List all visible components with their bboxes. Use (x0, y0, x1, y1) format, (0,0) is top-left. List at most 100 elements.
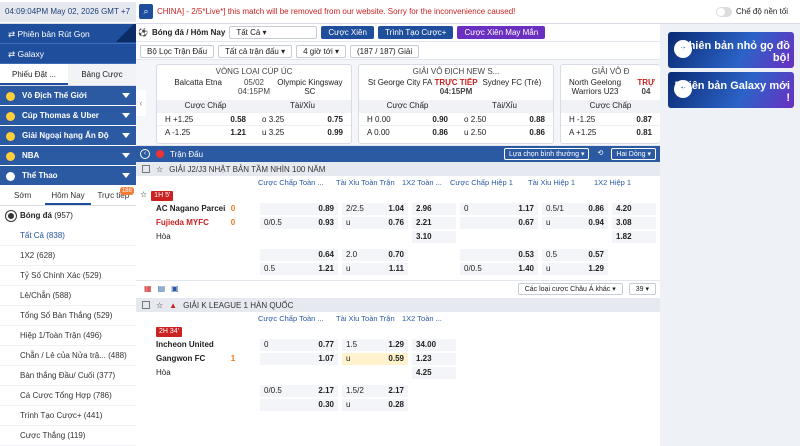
chart-icon[interactable]: ▤ (158, 284, 166, 293)
stats-icon[interactable]: ▦ (144, 284, 152, 293)
galaxy-version-banner[interactable]: ✦ Phiên bản Galaxy mới ! (668, 72, 794, 108)
odds-cell[interactable]: 2.96 (412, 203, 456, 215)
odds-cell[interactable]: 1.5/2 2.17 (342, 385, 408, 397)
market-item[interactable]: Cược Thắng (119) (0, 426, 136, 446)
odds-cell[interactable]: 3.08 (612, 217, 656, 229)
odds-cell[interactable]: 0.53 (460, 249, 538, 261)
tab-lucky-parlay[interactable]: Cược Xiên May Mắn (457, 26, 546, 39)
odds-cell[interactable]: 0.67 (460, 217, 538, 229)
odds-cell[interactable]: u 1.11 (342, 263, 408, 275)
league-header[interactable]: ☆ GIẢI J2/J3 NHẬT BẢN TẦM NHÌN 100 NĂM (136, 162, 660, 176)
odds-cell[interactable]: u 0.76 (342, 217, 408, 229)
collapse-icon[interactable] (142, 301, 150, 309)
match-row: ☆ 1H 5' (136, 189, 660, 202)
tab-live[interactable]: Trực tiếp 186 (91, 186, 136, 205)
market-item[interactable]: Tổng Số Bàn Thắng (529) (0, 306, 136, 326)
market-item[interactable]: Trình Tạo Cược+ (441) (0, 406, 136, 426)
main-content: ⚽ Bóng đá / Hôm Nay Tất Cả ▾ Cược Xiên T… (136, 24, 660, 446)
compact-version-banner[interactable]: ✦ Phiên bản nhỏ gọ đồ bộ! (668, 32, 794, 68)
collapse-icon[interactable] (142, 165, 150, 173)
other-asian-markets-dropdown[interactable]: Các loại cược Châu Á khác ▾ (517, 282, 623, 295)
odds-cell[interactable]: 2.21 (412, 217, 456, 229)
odds-cell[interactable]: 0.89 (260, 203, 338, 215)
odds-cell[interactable]: 1.82 (612, 231, 656, 243)
odds-cell[interactable]: 0/0.5 0.93 (260, 217, 338, 229)
odds-cell[interactable]: 0 1.17 (460, 203, 538, 215)
view-dropdown[interactable]: Hai Dòng ▾ (611, 148, 656, 160)
star-icon[interactable]: ☆ (140, 190, 147, 199)
sort-dropdown[interactable]: Lựa chọn bình thường ▾ (503, 148, 590, 160)
featured-match-card[interactable]: GIẢI VÔ Đ North Geelong Warriors U23 TRỰ… (560, 64, 660, 144)
sport-time-tabs: Sớm Hôm Nay Trực tiếp 186 (0, 186, 136, 206)
odds-cell[interactable]: u 0.94 (542, 217, 608, 229)
draw-label: Hòa (156, 232, 171, 241)
search-icon[interactable]: ⌕ (139, 4, 153, 19)
all-matches-dropdown[interactable]: Tất cả trận đấu ▾ (218, 45, 293, 58)
market-item[interactable]: Tất Cả (838) (0, 226, 136, 246)
featured-cards: ‹ VÒNG LOẠI CÚP ÚC Balcatta Etna 05/02 04… (136, 60, 660, 146)
refresh-icon[interactable]: ⟲ (593, 148, 607, 160)
sidebar-item-galaxy[interactable]: ⇄ Galaxy (0, 44, 136, 64)
star-icon[interactable]: ☆ (156, 301, 163, 310)
market-item[interactable]: Lẻ/Chẵn (588) (0, 286, 136, 306)
sport-soccer[interactable]: Bóng đá (957) (0, 206, 136, 226)
odds-cell[interactable]: u 0.28 (342, 399, 408, 411)
league-header[interactable]: ☆ ▲ GIẢI K LEAGUE 1 HÀN QUỐC (136, 298, 660, 312)
star-icon[interactable]: ☆ (156, 165, 163, 174)
market-item[interactable]: Chẵn / Lẻ của Nửa trậ... (488) (0, 346, 136, 366)
tab-parlay[interactable]: Cược Xiên (321, 26, 374, 39)
odds-cell[interactable]: 34.00 (412, 339, 456, 351)
more-markets-count[interactable]: 39 ▾ (628, 282, 656, 295)
odds-cell[interactable]: 2/2.5 1.04 (342, 203, 408, 215)
datetime: 04:09:04PM May 02, 2026 GMT +7 (0, 2, 136, 22)
market-item[interactable]: Hiệp 1/Toàn Trận (496) (0, 326, 136, 346)
draw-label: Hòa (156, 368, 171, 377)
tab-early[interactable]: Sớm (0, 186, 45, 205)
odds-cell[interactable]: 0.5/1 0.86 (542, 203, 608, 215)
odds-cell[interactable]: 3.10 (412, 231, 456, 243)
chevron-down-icon (122, 113, 130, 118)
live-time-badge: 1H 5' (151, 191, 174, 201)
odds-cell[interactable]: 1.23 (412, 353, 456, 365)
dark-mode-toggle[interactable] (716, 7, 732, 17)
odds-cell[interactable]: 4.25 (412, 367, 456, 379)
odds-cell[interactable]: 2.0 0.70 (342, 249, 408, 261)
sidebar-section-thomas-uber[interactable]: Cúp Thomas & Uber (0, 106, 136, 126)
odds-cell[interactable]: 0.5 0.57 (542, 249, 608, 261)
odds-cell[interactable]: 0.64 (260, 249, 338, 261)
match-block: AC Nagano Parceiro 0 Fujieda MYFC 0 Hòa 0.… (136, 202, 660, 244)
odds-cell[interactable]: 1.5 1.29 (342, 339, 408, 351)
tab-betslip[interactable]: Phiếu Đặt ... (0, 64, 68, 85)
sidebar-item-compact[interactable]: ⇄ Phiên bản Rút Gọn (0, 24, 136, 44)
odds-cell[interactable]: 0/0.5 2.17 (260, 385, 338, 397)
tv-icon[interactable]: ▣ (171, 284, 179, 293)
match-filter-button[interactable]: Bộ Lọc Trận Đấu (140, 45, 215, 58)
collapse-icon[interactable]: ‹ (140, 149, 150, 159)
sidebar-section-nba[interactable]: NBA (0, 146, 136, 166)
tab-bet-builder[interactable]: Trình Tạo Cược+ (377, 26, 454, 39)
market-item[interactable]: Tỷ Số Chính Xác (529) (0, 266, 136, 286)
market-item[interactable]: Bàn thắng Đầu/ Cuối (377) (0, 366, 136, 386)
odds-cell[interactable]: u 1.29 (542, 263, 608, 275)
sidebar-section-world-cup[interactable]: Vô Địch Thế Giới (0, 86, 136, 106)
odds-cell[interactable]: 4.20 (612, 203, 656, 215)
leagues-button[interactable]: (187 / 187) Giải (349, 45, 420, 58)
featured-match-card[interactable]: GIẢI VÔ ĐỊCH NEW S... St George City FA … (358, 64, 554, 144)
odds-cell[interactable]: 1.07 (260, 353, 338, 365)
odds-cell[interactable]: 0/0.5 1.40 (460, 263, 538, 275)
odds-cell-highlighted[interactable]: u 0.59 (342, 353, 408, 365)
featured-match-card[interactable]: VÒNG LOẠI CÚP ÚC Balcatta Etna 05/02 04:1… (156, 64, 352, 144)
sidebar-section-india-league[interactable]: Giải Ngoại hạng Ấn Độ (0, 126, 136, 146)
market-item[interactable]: 1X2 (628) (0, 246, 136, 266)
sidebar-section-sports[interactable]: Thể Thao (0, 166, 136, 186)
odds-cell[interactable]: 0.5 1.21 (260, 263, 338, 275)
odds-cell[interactable]: 0 0.77 (260, 339, 338, 351)
time-range-dropdown[interactable]: 4 giờ tới ▾ (296, 45, 346, 58)
tab-bet-list[interactable]: Bảng Cược (68, 64, 136, 85)
market-item[interactable]: Cá Cược Tổng Hợp (786) (0, 386, 136, 406)
away-team: Gangwon FC (156, 354, 206, 363)
all-dropdown[interactable]: Tất Cả ▾ (229, 26, 318, 39)
odds-cell[interactable]: 0.30 (260, 399, 338, 411)
chevron-left-icon[interactable]: ‹ (136, 90, 146, 116)
tab-today[interactable]: Hôm Nay (45, 186, 91, 205)
